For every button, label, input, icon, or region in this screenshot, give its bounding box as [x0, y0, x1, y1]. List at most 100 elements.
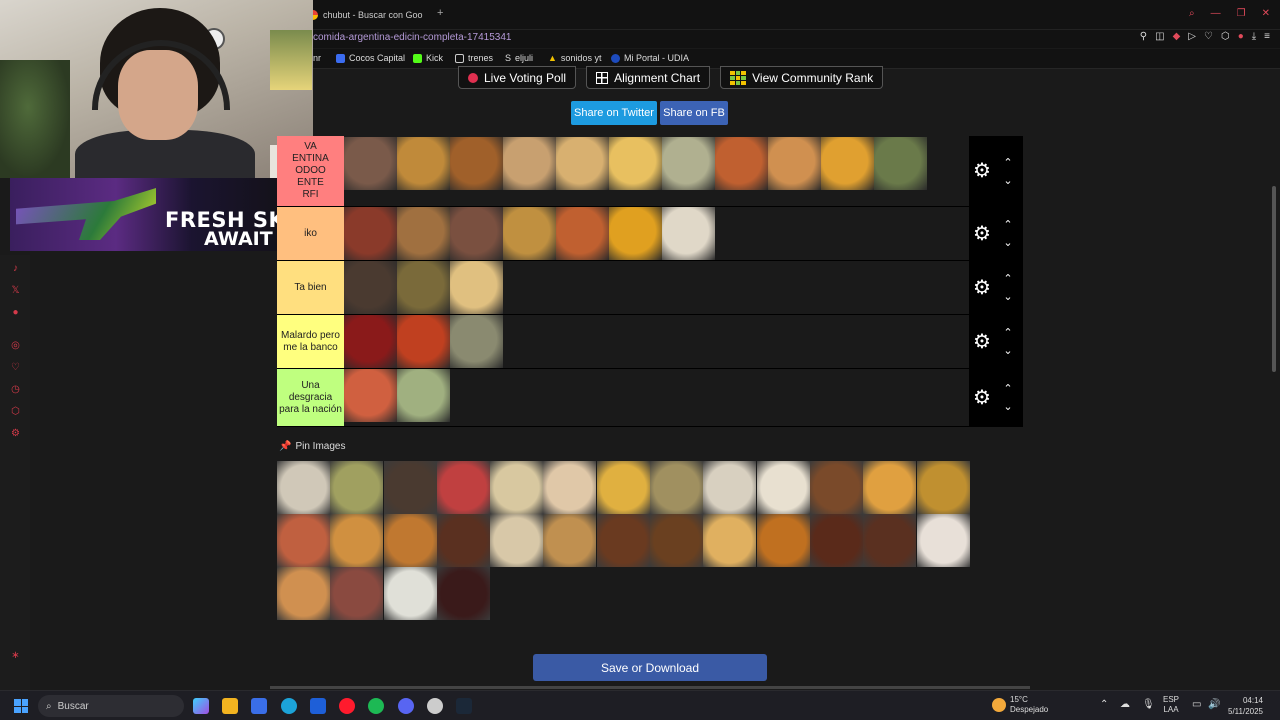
- pin-image-tile[interactable]: [436, 514, 490, 567]
- pin-image-tile[interactable]: [703, 514, 757, 567]
- player-icon[interactable]: ◎: [10, 340, 21, 351]
- weather-widget[interactable]: 15°C Despejado: [992, 695, 1048, 715]
- tier-label[interactable]: Malardo pero me la banco: [277, 315, 344, 368]
- pin-image-tile[interactable]: [809, 461, 863, 514]
- steam-icon[interactable]: [456, 698, 472, 714]
- cube-icon[interactable]: ⬡: [10, 406, 21, 417]
- play-icon[interactable]: ▷: [1188, 31, 1196, 42]
- tier-label[interactable]: iko: [277, 207, 344, 260]
- profile-icon[interactable]: ●: [1238, 31, 1244, 42]
- tier-label[interactable]: VA ENTINA ODOO ENTE RFI: [277, 136, 344, 206]
- save-download-button[interactable]: Save or Download: [533, 654, 767, 681]
- food-image-tile[interactable]: [503, 137, 556, 190]
- new-tab-button[interactable]: +: [437, 7, 443, 19]
- heart-icon[interactable]: ♡: [1204, 31, 1213, 42]
- pin-image-tile[interactable]: [383, 514, 437, 567]
- close-icon[interactable]: ✕: [1262, 8, 1270, 19]
- url-field[interactable]: comida-argentina-edicin-completa-1741534…: [313, 32, 511, 43]
- store-icon[interactable]: [251, 698, 267, 714]
- share-fb-button[interactable]: Share on FB: [660, 101, 728, 125]
- taskbar-search[interactable]: ⌕ Buscar: [38, 695, 184, 717]
- food-image-tile[interactable]: [344, 315, 397, 368]
- bing-icon[interactable]: [310, 698, 326, 714]
- pin-image-tile[interactable]: [277, 514, 330, 567]
- bookmark-item[interactable]: Cocos Capital: [336, 53, 405, 63]
- move-up-icon[interactable]: ⌃: [1001, 274, 1015, 285]
- bookmark-item[interactable]: trenes: [455, 53, 493, 63]
- edge-icon[interactable]: [281, 698, 297, 714]
- pin-image-tile[interactable]: [756, 514, 810, 567]
- browser-tab[interactable]: chubut - Buscar con Goo: [308, 4, 430, 26]
- food-image-tile[interactable]: [397, 137, 450, 190]
- pin-image-tile[interactable]: [490, 461, 544, 514]
- gear-icon[interactable]: ⚙: [973, 224, 993, 244]
- volume-icon[interactable]: 🔊: [1208, 700, 1220, 710]
- pin-image-tile[interactable]: [383, 461, 437, 514]
- move-up-icon[interactable]: ⌃: [1001, 384, 1015, 395]
- pocket-icon[interactable]: ◆: [1173, 31, 1181, 42]
- file-explorer-icon[interactable]: [222, 698, 238, 714]
- gear-icon[interactable]: ⚙: [973, 161, 993, 181]
- heart-icon[interactable]: ♡: [10, 362, 21, 373]
- obs-icon[interactable]: [427, 698, 443, 714]
- snapshot-icon[interactable]: ◫: [1155, 31, 1164, 42]
- history-icon[interactable]: ◷: [10, 384, 21, 395]
- menu-icon[interactable]: ≡: [1264, 31, 1270, 42]
- pin-image-tile[interactable]: [543, 514, 597, 567]
- x-icon[interactable]: 𝕏: [10, 285, 21, 296]
- extensions-icon[interactable]: ⬡: [1221, 31, 1230, 42]
- pin-image-tile[interactable]: [703, 461, 757, 514]
- pin-image-tile[interactable]: [330, 567, 384, 620]
- tier-label[interactable]: Ta bien: [277, 261, 344, 314]
- community-rank-button[interactable]: View Community Rank: [720, 66, 884, 89]
- pin-image-tile[interactable]: [330, 461, 384, 514]
- discord-icon[interactable]: [398, 698, 414, 714]
- copilot-icon[interactable]: [193, 698, 209, 714]
- food-image-tile[interactable]: [450, 315, 503, 368]
- move-down-icon[interactable]: ⌄: [1001, 292, 1015, 303]
- pin-image-tile[interactable]: [650, 461, 704, 514]
- vertical-scrollbar[interactable]: [1272, 186, 1276, 372]
- pin-image-tile[interactable]: [596, 461, 650, 514]
- app-icon[interactable]: ●: [10, 307, 21, 318]
- food-image-tile[interactable]: [397, 207, 450, 260]
- spotify-icon[interactable]: [368, 698, 384, 714]
- food-image-tile[interactable]: [556, 137, 609, 190]
- food-image-tile[interactable]: [450, 261, 503, 314]
- settings-icon[interactable]: ⚙: [10, 428, 21, 439]
- pin-image-tile[interactable]: [383, 567, 437, 620]
- move-up-icon[interactable]: ⌃: [1001, 328, 1015, 339]
- food-image-tile[interactable]: [768, 137, 821, 190]
- bookmark-item[interactable]: nr: [313, 53, 321, 63]
- gear-icon[interactable]: ⚙: [973, 332, 993, 352]
- gx-icon[interactable]: ∗: [10, 650, 21, 661]
- bookmark-item[interactable]: Seljuli: [505, 53, 533, 63]
- pin-image-tile[interactable]: [277, 567, 330, 620]
- windows-start-icon[interactable]: [14, 699, 28, 713]
- tiktok-icon[interactable]: ♪: [10, 263, 21, 274]
- pin-image-tile[interactable]: [596, 514, 650, 567]
- pin-image-tile[interactable]: [490, 514, 544, 567]
- tray-overflow-icon[interactable]: ⌃: [1100, 700, 1108, 710]
- move-down-icon[interactable]: ⌄: [1001, 402, 1015, 413]
- share-twitter-button[interactable]: Share on Twitter: [571, 101, 657, 125]
- move-down-icon[interactable]: ⌄: [1001, 346, 1015, 357]
- pin-image-tile[interactable]: [863, 461, 917, 514]
- food-image-tile[interactable]: [397, 261, 450, 314]
- food-image-tile[interactable]: [344, 207, 397, 260]
- bookmark-item[interactable]: Mi Portal - UDIA: [611, 53, 689, 63]
- gear-icon[interactable]: ⚙: [973, 388, 993, 408]
- food-image-tile[interactable]: [556, 207, 609, 260]
- food-image-tile[interactable]: [662, 207, 715, 260]
- food-image-tile[interactable]: [874, 137, 927, 190]
- pin-image-tile[interactable]: [543, 461, 597, 514]
- pin-image-tile[interactable]: [916, 514, 970, 567]
- move-up-icon[interactable]: ⌃: [1001, 220, 1015, 231]
- pin-image-tile[interactable]: [650, 514, 704, 567]
- pin-image-tile[interactable]: [436, 461, 490, 514]
- food-image-tile[interactable]: [715, 137, 768, 190]
- maximize-icon[interactable]: ❐: [1237, 8, 1246, 19]
- food-image-tile[interactable]: [450, 137, 503, 190]
- pin-icon[interactable]: ⚲: [1140, 31, 1147, 42]
- taskbar-clock[interactable]: 04:14 5/11/2025: [1228, 695, 1263, 717]
